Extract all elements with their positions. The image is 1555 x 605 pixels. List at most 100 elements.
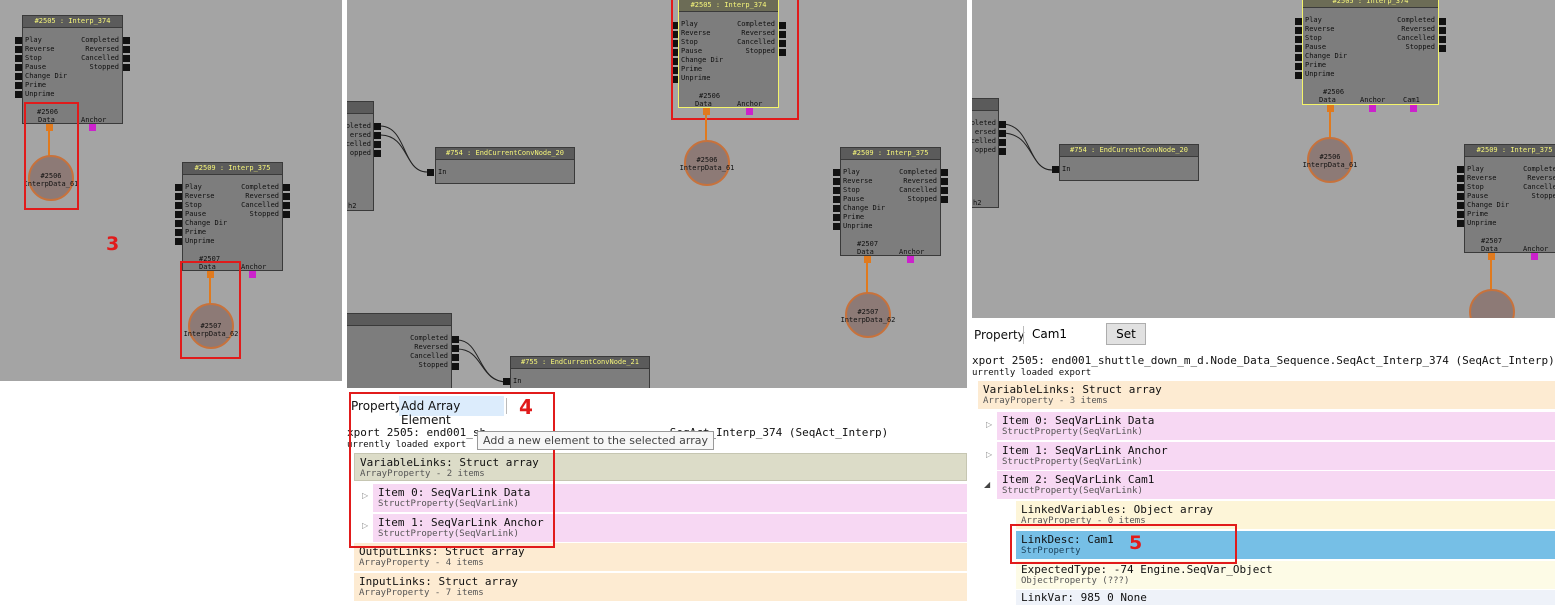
output-port[interactable] [283, 202, 290, 209]
input-link-play[interactable]: Play [25, 36, 67, 45]
collapse-arrow-icon[interactable]: ◢ [984, 480, 990, 489]
input-link-pause[interactable]: Pause [1467, 192, 1509, 201]
input-link-pause[interactable]: Pause [1305, 43, 1347, 52]
input-link-stop[interactable]: Stop [25, 54, 67, 63]
input-port[interactable] [1052, 166, 1059, 173]
node-end-current-conv-20[interactable]: #754 : EndCurrentConvNode_20 In [435, 147, 575, 184]
node-interp-375[interactable]: #2509 : Interp_375 Play Reverse Stop Pau… [840, 147, 941, 256]
input-port[interactable] [15, 91, 22, 98]
input-port[interactable] [175, 220, 182, 227]
input-link-prime[interactable]: Prime [185, 228, 227, 237]
output-port[interactable] [999, 121, 1006, 128]
output-port[interactable] [452, 354, 459, 361]
input-link-unprime[interactable]: Unprime [1467, 219, 1509, 228]
output-link[interactable]: celled [347, 140, 371, 149]
input-link-unprime[interactable]: Unprime [25, 90, 67, 99]
input-link-reverse[interactable]: Reverse [185, 192, 227, 201]
output-link-cancelled[interactable]: Cancelled [1397, 34, 1435, 43]
input-link-unprime[interactable]: Unprime [843, 222, 885, 231]
input-port[interactable] [15, 73, 22, 80]
input-link-in[interactable]: In [513, 377, 521, 386]
input-link-prime[interactable]: Prime [1467, 210, 1509, 219]
input-port[interactable] [1457, 202, 1464, 209]
output-link-completed[interactable]: Completed [410, 334, 448, 343]
anchor-var-port[interactable] [249, 271, 256, 278]
anchor-var-port[interactable] [907, 256, 914, 263]
output-port[interactable] [1439, 27, 1446, 34]
input-link-stop[interactable]: Stop [1305, 34, 1347, 43]
node-interp-375[interactable]: #2509 : Interp_375 Play Reverse Stop Pau… [1464, 144, 1555, 253]
output-port[interactable] [999, 148, 1006, 155]
input-link-play[interactable]: Play [1305, 16, 1347, 25]
output-link-completed[interactable]: Completed [1397, 16, 1435, 25]
input-link-reverse[interactable]: Reverse [1305, 25, 1347, 34]
output-link-cancelled[interactable]: Cancelled [899, 186, 937, 195]
input-link-unprime[interactable]: Unprime [1305, 70, 1347, 79]
input-link-prime[interactable]: Prime [1305, 61, 1347, 70]
output-port[interactable] [123, 55, 130, 62]
input-link-prime[interactable]: Prime [25, 81, 67, 90]
output-port[interactable] [999, 130, 1006, 137]
output-port[interactable] [123, 64, 130, 71]
input-port[interactable] [175, 238, 182, 245]
input-link-change-dir[interactable]: Change Dir [1305, 52, 1347, 61]
input-port[interactable] [1457, 193, 1464, 200]
output-link[interactable]: ersed [347, 131, 371, 140]
input-link-reverse[interactable]: Reverse [25, 45, 67, 54]
input-link-reverse[interactable]: Reverse [1467, 174, 1509, 183]
input-link-play[interactable]: Play [843, 168, 885, 177]
input-link-unprime[interactable]: Unprime [185, 237, 227, 246]
prop-row-link-var[interactable]: LinkVar: 985 0 None [1016, 590, 1555, 605]
input-port[interactable] [833, 223, 840, 230]
input-link-stop[interactable]: Stop [1467, 183, 1509, 192]
input-link-change-dir[interactable]: Change Dir [25, 72, 67, 81]
prop-row-expected-type[interactable]: ExpectedType: -74 Engine.SeqVar_Object O… [1016, 561, 1555, 589]
input-port[interactable] [1295, 63, 1302, 70]
input-port[interactable] [427, 169, 434, 176]
input-link-change-dir[interactable]: Change Dir [185, 219, 227, 228]
output-port[interactable] [941, 169, 948, 176]
input-link-stop[interactable]: Stop [185, 201, 227, 210]
output-port[interactable] [283, 211, 290, 218]
value-input[interactable]: Cam1 [1028, 324, 1102, 344]
output-port[interactable] [452, 345, 459, 352]
output-link-reversed[interactable]: Reversed [1397, 25, 1435, 34]
cam1-var-port[interactable] [1410, 105, 1417, 112]
input-link-pause[interactable]: Pause [843, 195, 885, 204]
node-end-current-conv-20[interactable]: #754 : EndCurrentConvNode_20 In [1059, 144, 1199, 181]
input-port[interactable] [1295, 45, 1302, 52]
output-port[interactable] [123, 37, 130, 44]
input-port[interactable] [1295, 54, 1302, 61]
input-port[interactable] [175, 193, 182, 200]
expand-arrow-icon[interactable]: ▷ [986, 420, 992, 429]
output-link-reversed[interactable]: Reversed [81, 45, 119, 54]
output-link-completed[interactable]: Completed [81, 36, 119, 45]
output-port[interactable] [941, 196, 948, 203]
output-link[interactable]: ersed [972, 128, 996, 137]
input-port[interactable] [15, 82, 22, 89]
input-port[interactable] [175, 211, 182, 218]
output-link[interactable]: pleted [972, 119, 996, 128]
node-interp-375[interactable]: #2509 : Interp_375 Play Reverse Stop Pau… [182, 162, 283, 271]
input-link-in[interactable]: In [1062, 165, 1070, 174]
output-link-cancelled[interactable]: Cancelled [81, 54, 119, 63]
input-port[interactable] [833, 214, 840, 221]
input-port[interactable] [1295, 36, 1302, 43]
input-port[interactable] [175, 229, 182, 236]
input-port[interactable] [15, 46, 22, 53]
output-link[interactable]: opped [347, 149, 371, 158]
sequence-canvas[interactable]: #2505 : Interp_374 Play Reverse Stop Pau… [0, 0, 342, 381]
input-link-stop[interactable]: Stop [843, 186, 885, 195]
output-link[interactable]: celled [972, 137, 996, 146]
expand-arrow-icon[interactable]: ▷ [986, 450, 992, 459]
output-port[interactable] [1439, 36, 1446, 43]
anchor-var-port[interactable] [1531, 253, 1538, 260]
input-port[interactable] [833, 169, 840, 176]
node-end-current-conv-21[interactable]: #755 : EndCurrentConvNode_21 In [510, 356, 650, 388]
output-port[interactable] [374, 150, 381, 157]
input-port[interactable] [1295, 72, 1302, 79]
output-port[interactable] [374, 132, 381, 139]
input-port[interactable] [1457, 220, 1464, 227]
output-link-stopped[interactable]: Stopped [899, 195, 937, 204]
node-partial[interactable]: pleted ersed celled opped h2 [347, 101, 374, 211]
